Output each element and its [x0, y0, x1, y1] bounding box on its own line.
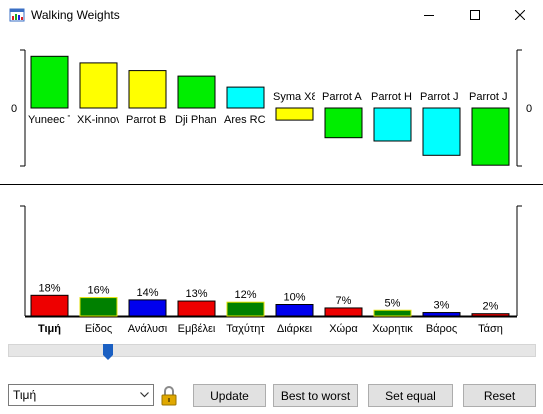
weight-value-label: 10%: [283, 292, 305, 304]
criterion-label: Χωρητικ: [372, 323, 413, 335]
alternative-label: Parrot B: [126, 114, 166, 126]
best-to-worst-button[interactable]: Best to worst: [273, 384, 358, 407]
alternative-label: Parrot J: [420, 91, 459, 103]
weight-value-label: 18%: [38, 282, 60, 294]
weight-bar: [422, 312, 461, 317]
alternative-label: Yuneec T: [28, 114, 75, 126]
score-bar: [79, 62, 118, 109]
criterion-select-value: Τιμή: [13, 388, 37, 402]
criterion-label: Είδος: [85, 323, 112, 335]
app-chart-icon: [9, 8, 25, 22]
alternative-label: Parrot H: [371, 91, 412, 103]
minimize-button[interactable]: [406, 0, 452, 30]
weight-bar: [373, 309, 412, 317]
criterion-label: Τάση: [478, 323, 503, 335]
score-bar: [226, 86, 265, 109]
weight-value-label: 3%: [434, 300, 450, 312]
weight-bar: [226, 301, 265, 317]
score-bar: [30, 55, 69, 109]
score-bar: [275, 107, 314, 121]
zero-label-left: 0: [11, 103, 17, 115]
window-title: Walking Weights: [31, 8, 120, 22]
score-bar: [373, 107, 412, 142]
weight-bar: [177, 300, 216, 317]
reset-button[interactable]: Reset: [463, 384, 536, 407]
criterion-label: Χώρα: [329, 323, 358, 335]
maximize-button[interactable]: [452, 0, 498, 30]
chart-divider: [0, 184, 543, 185]
criterion-label: Ανάλυσι: [128, 323, 168, 335]
weight-bar: [275, 304, 314, 317]
weight-bar: [471, 313, 510, 317]
weight-value-label: 13%: [185, 288, 207, 300]
weight-value-label: 2%: [483, 301, 499, 313]
criteria-weights-chart: 18% Τιμή 16% Είδος 14% Ανάλυσι 13% Εμβέλει 12% Τα…: [20, 205, 522, 335]
title-bar: Walking Weights: [0, 0, 543, 30]
lock-icon[interactable]: [160, 386, 178, 406]
criterion-label: Εμβέλει: [178, 323, 216, 335]
weight-bar: [79, 297, 118, 317]
weight-value-label: 16%: [87, 285, 109, 297]
weight-value-label: 12%: [234, 289, 256, 301]
score-bar: [324, 107, 363, 139]
weight-slider-track[interactable]: [8, 344, 536, 357]
weight-bar: [30, 294, 69, 317]
weight-value-label: 14%: [136, 287, 158, 299]
criterion-label: Βάρος: [426, 323, 457, 335]
criterion-label: Τιμή: [38, 323, 61, 335]
alternative-label: Ares RC: [224, 114, 266, 126]
alternative-label: Parrot J: [469, 91, 508, 103]
weight-value-label: 5%: [385, 297, 401, 309]
criterion-label: Ταχύτητ: [226, 323, 265, 335]
weight-slider-thumb[interactable]: [103, 344, 113, 360]
minimize-icon: [424, 15, 434, 16]
criterion-select[interactable]: Τιμή: [8, 384, 154, 406]
weight-bar: [128, 299, 167, 317]
weight-bar: [324, 307, 363, 317]
score-bar: [177, 75, 216, 109]
alternatives-score-chart: 0 0 Yuneec T XK-innov Parrot B Dji Phan Ares R…: [11, 49, 532, 167]
alternative-label: Parrot A: [322, 91, 362, 103]
score-bar: [471, 107, 510, 166]
score-bar: [422, 107, 461, 156]
alternative-label: Syma X8: [273, 91, 318, 103]
score-bar: [128, 70, 167, 109]
set-equal-button[interactable]: Set equal: [368, 384, 453, 407]
weight-value-label: 7%: [336, 295, 352, 307]
zero-label-right: 0: [526, 103, 532, 115]
update-button[interactable]: Update: [193, 384, 266, 407]
close-icon: [515, 10, 525, 20]
alternative-label: Dji Phan: [175, 114, 217, 126]
maximize-icon: [470, 10, 480, 20]
chevron-down-icon: [140, 392, 149, 398]
alternative-label: XK-innov: [77, 114, 122, 126]
close-button[interactable]: [497, 0, 543, 30]
criterion-label: Διάρκει: [277, 323, 313, 335]
